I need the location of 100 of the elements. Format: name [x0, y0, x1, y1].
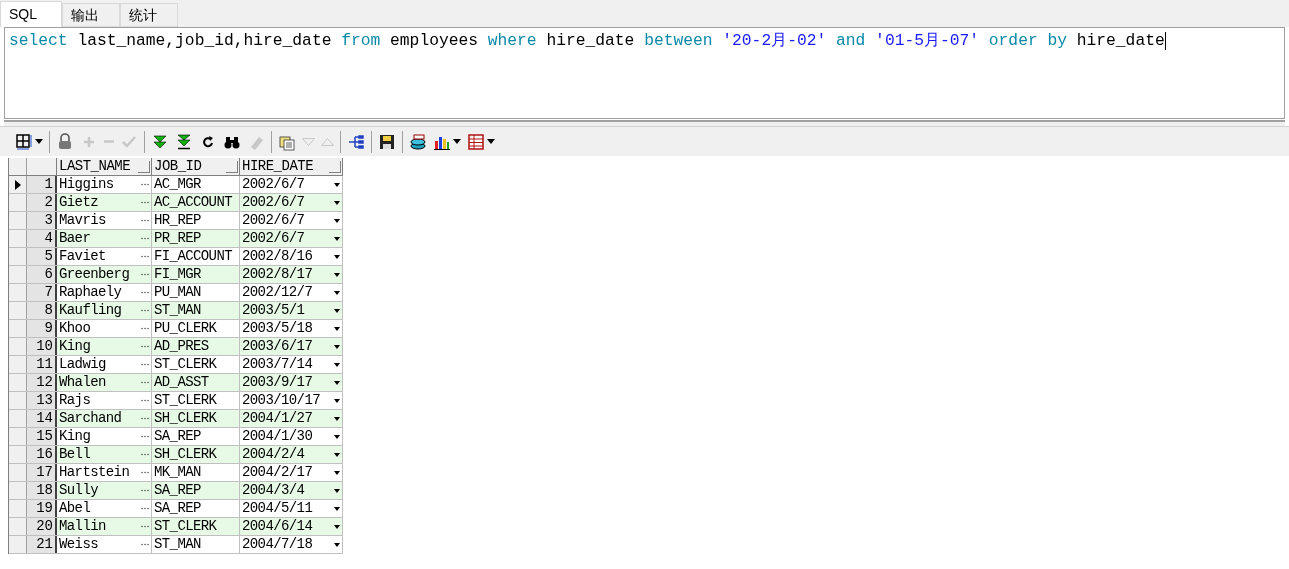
table-row[interactable]: 9 Khoo PU_CLERK 2003/5/18 [9, 320, 343, 338]
table-cell: 2004/3/4 [242, 482, 305, 499]
table-row[interactable]: 3 Mavris HR_REP 2002/6/7 [9, 212, 343, 230]
table-cell: Ladwig [59, 356, 106, 373]
table-row[interactable]: 12 Whalen AD_ASST 2003/9/17 [9, 374, 343, 392]
table-cell: Greenberg [59, 266, 130, 283]
ellipsis-icon [141, 183, 149, 186]
table-cell: 2004/2/4 [242, 446, 305, 463]
table-cell: 2004/7/18 [242, 536, 313, 553]
table-cell: Baer [59, 230, 91, 247]
dropdown-icon [334, 254, 340, 259]
table-cell: Faviet [59, 248, 106, 265]
dropdown-icon [334, 380, 340, 385]
table-cell: FI_MGR [154, 266, 201, 283]
table-cell: Mavris [59, 212, 106, 229]
table-cell: PU_CLERK [154, 320, 217, 337]
tab[interactable]: 统计 [120, 3, 178, 27]
row-number: 7 [27, 284, 57, 301]
table-row[interactable]: 6 Greenberg FI_MGR 2002/8/17 [9, 266, 343, 284]
table-row[interactable]: 1 Higgins AC_MGR 2002/6/7 [9, 176, 343, 194]
table-row[interactable]: 2 Gietz AC_ACCOUNT 2002/6/7 [9, 194, 343, 212]
dropdown-icon [334, 182, 340, 187]
table-row[interactable]: 16 Bell SH_CLERK 2004/2/4 [9, 446, 343, 464]
row-number: 3 [27, 212, 57, 229]
table-cell: 2004/2/17 [242, 464, 313, 481]
triangle-down-icon [302, 137, 315, 146]
sql-editor[interactable]: select last_name,job_id,hire_date from employees where hire_date between '20-2月-02' and '01-5月-07' order by hire_date [4, 27, 1285, 119]
table-row[interactable]: 17 Hartstein MK_MAN 2004/2/17 [9, 464, 343, 482]
dropdown-icon [334, 416, 340, 421]
row-number: 10 [27, 338, 57, 355]
ellipsis-icon [141, 417, 149, 420]
table-row[interactable]: 11 Ladwig ST_CLERK 2003/7/14 [9, 356, 343, 374]
table-cell: ST_CLERK [154, 518, 217, 535]
table-cell: Kaufling [59, 302, 122, 319]
table-row[interactable]: 21 Weiss ST_MAN 2004/7/18 [9, 536, 343, 554]
row-number: 19 [27, 500, 57, 517]
row-indicator[interactable] [9, 176, 27, 193]
row-number: 2 [27, 194, 57, 211]
row-number: 14 [27, 410, 57, 427]
table-cell: King [59, 338, 91, 355]
table-cell: 2004/6/14 [242, 518, 313, 535]
table-cell: ST_CLERK [154, 392, 217, 409]
row-number: 20 [27, 518, 57, 535]
table-row[interactable]: 15 King SA_REP 2004/1/30 [9, 428, 343, 446]
dropdown-icon [334, 308, 340, 313]
table-row[interactable]: 18 Sully SA_REP 2004/3/4 [9, 482, 343, 500]
row-number: 5 [27, 248, 57, 265]
table-cell: 2002/6/7 [242, 194, 305, 211]
caret-icon [35, 139, 43, 144]
table-row[interactable]: 14 Sarchand SH_CLERK 2004/1/27 [9, 410, 343, 428]
table-cell: 2004/1/27 [242, 410, 313, 427]
column-header[interactable]: HIRE_DATE [240, 158, 343, 175]
lock-icon [56, 132, 74, 151]
minus-icon [104, 140, 114, 143]
table-cell: HR_REP [154, 212, 201, 229]
table-row[interactable]: 19 Abel SA_REP 2004/5/11 [9, 500, 343, 518]
column-header[interactable]: JOB_ID [152, 158, 240, 175]
dropdown-icon [334, 344, 340, 349]
table-row[interactable]: 10 King AD_PRES 2003/6/17 [9, 338, 343, 356]
column-header[interactable]: LAST_NAME [57, 158, 152, 175]
table-cell: AD_PRES [154, 338, 209, 355]
table-cell: FI_ACCOUNT [154, 248, 232, 265]
ellipsis-icon [141, 327, 149, 330]
tab[interactable]: 输出 [62, 3, 120, 27]
table-icon [467, 132, 485, 151]
table-cell: 2003/6/17 [242, 338, 313, 355]
tab[interactable]: SQL [0, 1, 62, 27]
ellipsis-icon [141, 507, 149, 510]
table-cell: 2003/9/17 [242, 374, 313, 391]
ellipsis-icon [141, 273, 149, 276]
dropdown-icon [334, 506, 340, 511]
table-cell: 2002/8/16 [242, 248, 313, 265]
table-cell: 2002/12/7 [242, 284, 313, 301]
row-number: 16 [27, 446, 57, 463]
ellipsis-icon [141, 525, 149, 528]
ellipsis-icon [141, 489, 149, 492]
table-cell: SA_REP [154, 428, 201, 445]
table-cell: ST_MAN [154, 536, 201, 553]
table-cell: Abel [59, 500, 91, 517]
table-cell: SA_REP [154, 500, 201, 517]
table-cell: Whalen [59, 374, 106, 391]
table-cell: Bell [59, 446, 91, 463]
row-number: 17 [27, 464, 57, 481]
table-row[interactable]: 8 Kaufling ST_MAN 2003/5/1 [9, 302, 343, 320]
double-down-arrow-icon [151, 132, 169, 151]
ellipsis-icon [141, 399, 149, 402]
table-cell: AC_MGR [154, 176, 201, 193]
table-row[interactable]: 5 Faviet FI_ACCOUNT 2002/8/16 [9, 248, 343, 266]
row-number: 11 [27, 356, 57, 373]
double-down-arrow-bar-icon [175, 132, 193, 151]
dropdown-icon [334, 470, 340, 475]
table-row[interactable]: 7 Raphaely PU_MAN 2002/12/7 [9, 284, 343, 302]
table-row[interactable]: 20 Mallin ST_CLERK 2004/6/14 [9, 518, 343, 536]
database-icon [409, 132, 427, 151]
table-cell: 2004/1/30 [242, 428, 313, 445]
row-number: 12 [27, 374, 57, 391]
table-row[interactable]: 4 Baer PR_REP 2002/6/7 [9, 230, 343, 248]
table-row[interactable]: 13 Rajs ST_CLERK 2003/10/17 [9, 392, 343, 410]
dropdown-icon [334, 218, 340, 223]
table-cell: Raphaely [59, 284, 122, 301]
